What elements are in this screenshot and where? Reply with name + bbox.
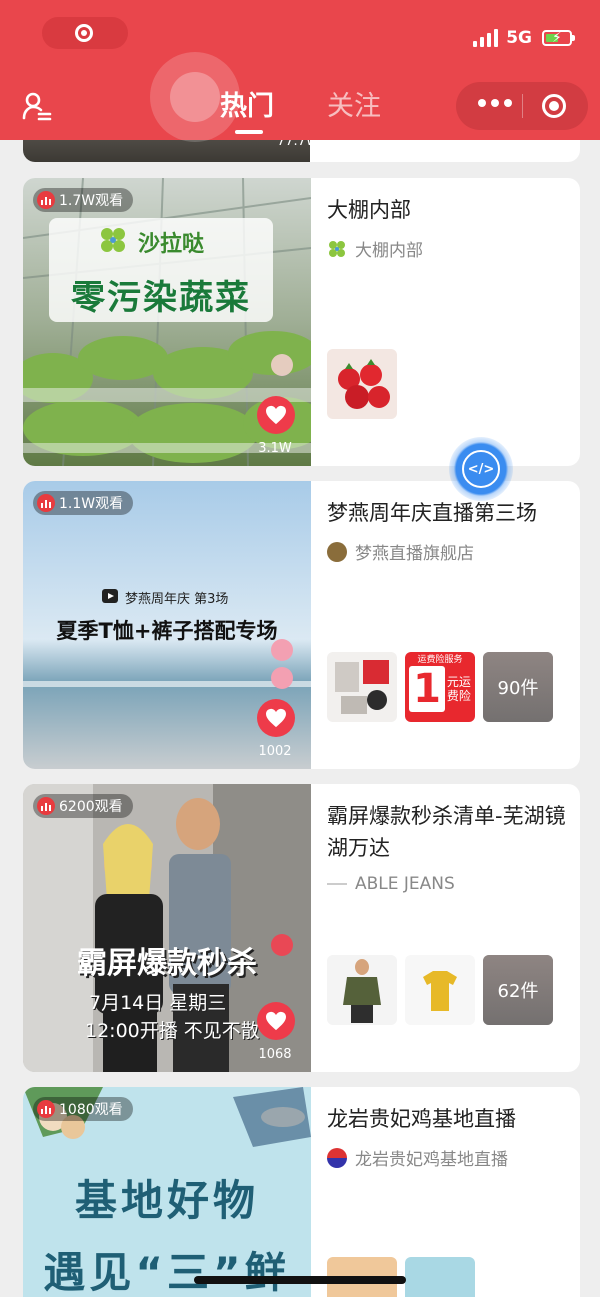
shop-link[interactable]: 大棚内部 bbox=[327, 236, 567, 261]
view-count-badge: 1080观看 bbox=[33, 1097, 133, 1121]
like-button[interactable] bbox=[257, 1002, 295, 1040]
shop-link[interactable]: 龙岩贵妃鸡基地直播 bbox=[327, 1145, 567, 1170]
live-room-card[interactable]: 基地好物 遇见“三”鲜 1080观看 龙岩贵妃鸡基地直播 龙岩贵妃鸡基地直播 bbox=[23, 1087, 580, 1297]
shipping-insurance-badge[interactable]: 运费险服务 1 元运 费险 bbox=[405, 652, 475, 722]
heart-icon bbox=[266, 708, 286, 728]
view-count-badge: 6200观看 bbox=[33, 794, 133, 818]
badge-line1: 元运 bbox=[446, 675, 471, 689]
like-button[interactable] bbox=[257, 699, 295, 737]
more-products-count: 62件 bbox=[497, 981, 539, 1002]
live-title: 龙岩贵妃鸡基地直播 bbox=[327, 1107, 516, 1131]
floating-heart-deco bbox=[271, 934, 293, 956]
cover-headline: 基地好物 bbox=[74, 1176, 259, 1225]
signal-icon bbox=[473, 29, 499, 47]
floating-heart-deco bbox=[271, 667, 293, 689]
shop-link[interactable]: ABLE JEANS bbox=[327, 874, 567, 894]
product-thumbnail[interactable] bbox=[327, 349, 397, 419]
like-count: 1068 bbox=[258, 1047, 292, 1062]
debug-floating-button[interactable]: </> bbox=[449, 437, 513, 501]
product-thumbnail[interactable] bbox=[405, 1257, 475, 1297]
goods-list bbox=[327, 349, 397, 419]
live-icon bbox=[37, 1100, 55, 1118]
cover-headline: 夏季T恤+裤子搭配专场 bbox=[56, 619, 278, 643]
view-count-badge: 1.1W观看 bbox=[33, 491, 134, 515]
badge-top-text: 运费险服务 bbox=[417, 655, 463, 665]
heart-icon bbox=[266, 1011, 286, 1031]
shop-link[interactable]: 梦燕直播旗舰店 bbox=[327, 539, 567, 564]
tab-hot[interactable]: 热门 bbox=[220, 90, 274, 124]
close-mini-program-icon[interactable] bbox=[542, 94, 566, 118]
view-count-badge: 1.7W观看 bbox=[33, 188, 134, 212]
view-count: 6200观看 bbox=[59, 799, 123, 815]
goods-list: 运费险服务 1 元运 费险 90件 bbox=[327, 652, 553, 722]
screen-record-indicator[interactable] bbox=[42, 17, 128, 49]
floating-heart-deco bbox=[271, 639, 293, 661]
product-thumbnail[interactable] bbox=[405, 955, 475, 1025]
more-products-button[interactable]: 90件 bbox=[483, 652, 553, 722]
cover-image: 基地好物 遇见“三”鲜 1080观看 bbox=[23, 1087, 311, 1297]
shop-logo-icon bbox=[327, 883, 347, 885]
cover-headline: 零污染蔬菜 bbox=[71, 278, 251, 318]
shop-logo-icon bbox=[327, 541, 347, 562]
live-room-card[interactable]: 梦燕周年庆 第3场 夏季T恤+裤子搭配专场 1.1W观看 1002 梦燕周年庆直… bbox=[23, 481, 580, 769]
mini-program-capsule bbox=[456, 82, 588, 130]
home-indicator[interactable] bbox=[194, 1276, 406, 1284]
live-icon bbox=[37, 191, 55, 209]
cover-date: 7月14日 星期三 bbox=[89, 992, 227, 1014]
cover-brand: 沙拉哒 bbox=[138, 232, 205, 257]
shop-name: 龙岩贵妃鸡基地直播 bbox=[355, 1150, 508, 1170]
more-products-count: 90件 bbox=[497, 678, 539, 699]
cover-image: 沙拉哒 零污染蔬菜 1.7W观看 3.1W bbox=[23, 178, 311, 466]
cover-subheadline: 遇见“三”鲜 bbox=[43, 1248, 291, 1297]
more-products-button[interactable]: 62件 bbox=[483, 955, 553, 1025]
goods-list: 62件 bbox=[327, 955, 553, 1025]
active-tab-indicator bbox=[235, 130, 263, 134]
badge-line2: 费险 bbox=[446, 689, 471, 703]
cover-headline: 霸屏爆款秒杀 bbox=[77, 946, 257, 981]
floating-heart-deco bbox=[271, 354, 293, 376]
shop-name: ABLE JEANS bbox=[355, 874, 455, 894]
view-count: 1080观看 bbox=[59, 1102, 123, 1118]
like-count: 3.1W bbox=[258, 441, 292, 456]
live-icon bbox=[37, 494, 55, 512]
cover-image: 霸屏爆款秒杀 7月14日 星期三 12:00开播 不见不散 6200观看 106… bbox=[23, 784, 311, 1072]
view-count: 1.1W观看 bbox=[59, 496, 124, 512]
like-count: 1002 bbox=[258, 744, 292, 759]
code-icon: </> bbox=[462, 450, 500, 488]
live-room-card[interactable]: 沙拉哒 零污染蔬菜 1.7W观看 3.1W 大棚内部 大棚内部 bbox=[23, 178, 580, 466]
product-thumbnail[interactable] bbox=[327, 652, 397, 722]
badge-number: 1 bbox=[409, 666, 445, 712]
live-title: 大棚内部 bbox=[327, 198, 411, 222]
top-bar: 5G ⚡ 热门 关注 bbox=[0, 0, 600, 142]
battery-icon: ⚡ bbox=[542, 30, 575, 46]
like-button[interactable] bbox=[257, 396, 295, 434]
record-icon bbox=[75, 24, 93, 42]
tab-follow[interactable]: 关注 bbox=[327, 90, 381, 124]
more-options-icon[interactable] bbox=[478, 99, 512, 107]
product-thumbnail[interactable] bbox=[327, 955, 397, 1025]
status-bar: 5G ⚡ bbox=[473, 26, 575, 50]
user-profile-icon[interactable] bbox=[22, 92, 52, 122]
live-icon bbox=[37, 797, 55, 815]
cover-time: 12:00开播 不见不散 bbox=[85, 1020, 260, 1042]
network-type: 5G bbox=[506, 28, 532, 48]
view-count: 1.7W观看 bbox=[59, 193, 124, 209]
heart-icon bbox=[266, 405, 286, 425]
live-title: 梦燕周年庆直播第三场 bbox=[327, 501, 537, 525]
shop-logo-icon bbox=[329, 240, 345, 257]
shop-logo-icon bbox=[327, 1147, 347, 1168]
shop-name: 梦燕直播旗舰店 bbox=[355, 544, 474, 564]
cover-caption: 梦燕周年庆 第3场 bbox=[125, 592, 229, 607]
live-room-card[interactable]: 霸屏爆款秒杀 7月14日 星期三 12:00开播 不见不散 6200观看 106… bbox=[23, 784, 580, 1072]
shop-name: 大棚内部 bbox=[355, 241, 423, 261]
cover-image: 梦燕周年庆 第3场 夏季T恤+裤子搭配专场 1.1W观看 1002 bbox=[23, 481, 311, 769]
live-title: 霸屏爆款秒杀清单-芜湖镜湖万达 bbox=[327, 804, 566, 860]
